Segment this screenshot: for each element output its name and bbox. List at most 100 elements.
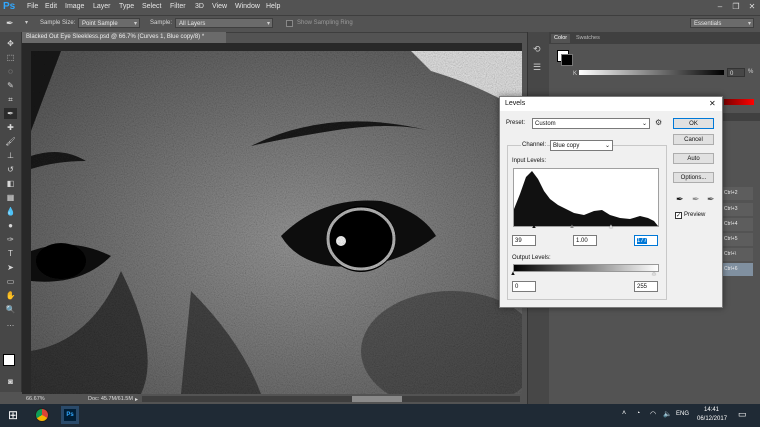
output-white-slider-icon[interactable]: ▲ bbox=[651, 271, 657, 277]
gray-point-eyedropper-icon[interactable]: ✒ bbox=[692, 194, 700, 205]
canvas-image[interactable] bbox=[31, 51, 522, 394]
eyedropper-tool-icon[interactable]: ✒ bbox=[4, 108, 17, 119]
menu-file[interactable]: File bbox=[27, 3, 38, 10]
tab-color[interactable]: Color bbox=[551, 34, 571, 43]
menu-view[interactable]: View bbox=[212, 3, 227, 10]
windows-start-icon[interactable]: ⊞ bbox=[8, 408, 18, 422]
healing-brush-icon[interactable]: ✚ bbox=[4, 122, 17, 133]
photoshop-taskbar-button[interactable]: Ps bbox=[61, 406, 79, 424]
horizontal-scrollbar[interactable] bbox=[142, 396, 520, 402]
menu-layer[interactable]: Layer bbox=[93, 3, 111, 10]
close-icon[interactable]: ✕ bbox=[746, 2, 758, 12]
gradient-tool-icon[interactable]: ▦ bbox=[4, 192, 17, 203]
menu-image[interactable]: Image bbox=[65, 3, 84, 10]
minimize-icon[interactable]: – bbox=[714, 2, 726, 12]
options-button[interactable]: Options... bbox=[673, 172, 714, 183]
properties-panel-icon[interactable]: ☰ bbox=[533, 62, 541, 73]
menu-filter[interactable]: Filter bbox=[170, 3, 186, 10]
auto-button[interactable]: Auto bbox=[673, 153, 714, 164]
more-tools-icon[interactable]: … bbox=[4, 318, 17, 329]
shape-tool-icon[interactable]: ▭ bbox=[4, 276, 17, 287]
move-tool-icon[interactable]: ✥ bbox=[4, 38, 17, 49]
foreground-color-swatch[interactable] bbox=[3, 354, 15, 366]
color-ramp[interactable] bbox=[724, 99, 754, 105]
type-tool-icon[interactable]: T bbox=[4, 248, 17, 259]
white-point-eyedropper-icon[interactable]: ✒ bbox=[707, 194, 715, 205]
output-white-field[interactable]: 255 bbox=[634, 281, 658, 292]
output-black-slider-icon[interactable]: ▲ bbox=[510, 271, 516, 277]
wifi-icon[interactable]: ◠ bbox=[650, 410, 656, 418]
preset-options-gear-icon[interactable]: ⚙ bbox=[655, 118, 662, 127]
k-value-field[interactable]: 0 bbox=[727, 68, 745, 77]
channel-row-4[interactable]: Ctrl+5 bbox=[721, 233, 753, 246]
history-panel-icon[interactable]: ⟲ bbox=[533, 44, 541, 55]
sample-select[interactable]: All Layers ▾ bbox=[175, 18, 273, 28]
eyedropper-tool-icon[interactable]: ✒ bbox=[6, 18, 14, 29]
network-icon[interactable]: ◔ bbox=[636, 410, 640, 417]
input-gamma-field[interactable]: 1.00 bbox=[573, 235, 597, 246]
preset-select[interactable]: Custom ⌄ bbox=[532, 118, 650, 129]
menu-window[interactable]: Window bbox=[235, 3, 260, 10]
ok-button[interactable]: OK bbox=[673, 118, 714, 129]
tray-expand-icon[interactable]: ˄ bbox=[622, 410, 626, 417]
black-point-eyedropper-icon[interactable]: ✒ bbox=[676, 194, 684, 205]
brush-tool-icon[interactable]: 🖌 bbox=[4, 136, 17, 147]
input-black-field[interactable]: 39 bbox=[512, 235, 536, 246]
hand-tool-icon[interactable]: ✋ bbox=[4, 290, 17, 301]
channel-row-blue[interactable]: Ctrl+4 bbox=[721, 218, 753, 231]
input-white-field[interactable]: 177 bbox=[634, 235, 658, 246]
quick-select-tool-icon[interactable]: ✎ bbox=[4, 80, 17, 91]
menu-3d[interactable]: 3D bbox=[195, 3, 204, 10]
workspace-select[interactable]: Essentials ▾ bbox=[690, 18, 754, 28]
channel-shortcut: Ctrl+4 bbox=[724, 221, 738, 227]
zoom-level[interactable]: 66.67% bbox=[26, 394, 45, 404]
sample-size-select[interactable]: Point Sample ▾ bbox=[78, 18, 140, 28]
preview-checkbox[interactable]: ✓ bbox=[675, 212, 682, 219]
input-black-slider-icon[interactable]: ▲ bbox=[531, 224, 537, 230]
channel-row-red[interactable]: Ctrl+2 bbox=[721, 187, 753, 200]
levels-title-bar[interactable]: Levels ✕ bbox=[500, 97, 722, 111]
dodge-tool-icon[interactable]: ● bbox=[4, 220, 17, 231]
chrome-icon[interactable] bbox=[35, 408, 49, 422]
lasso-tool-icon[interactable]: ◌ bbox=[4, 66, 17, 77]
channel-row-green[interactable]: Ctrl+3 bbox=[721, 203, 753, 216]
scrollbar-thumb[interactable] bbox=[352, 396, 402, 402]
volume-icon[interactable]: 🔈 bbox=[663, 410, 672, 418]
quick-mask-icon[interactable]: ◙ bbox=[4, 376, 17, 387]
eraser-tool-icon[interactable]: ◧ bbox=[4, 178, 17, 189]
cancel-button[interactable]: Cancel bbox=[673, 134, 714, 145]
document-tab[interactable]: Blacked Out Eye Sleekless.psd @ 66.7% (C… bbox=[22, 32, 226, 43]
channel-select[interactable]: Blue copy ⌄ bbox=[550, 140, 613, 151]
channel-shortcut: Ctrl+2 bbox=[724, 190, 738, 196]
color-panel-background[interactable] bbox=[561, 54, 573, 66]
notifications-icon[interactable]: ▭ bbox=[738, 409, 747, 420]
history-brush-icon[interactable]: ↺ bbox=[4, 164, 17, 175]
zoom-tool-icon[interactable]: 🔍 bbox=[4, 304, 17, 315]
restore-icon[interactable]: ❐ bbox=[730, 2, 742, 12]
pen-tool-icon[interactable]: ✑ bbox=[4, 234, 17, 245]
channel-row-blue-copy[interactable]: Ctrl+6 bbox=[721, 263, 753, 276]
doc-info[interactable]: Doc: 45.7M/61.5M bbox=[88, 394, 133, 404]
clock-date[interactable]: 06/12/2017 bbox=[697, 416, 727, 422]
channel-row-mask[interactable]: Ctrl+\ bbox=[721, 248, 753, 261]
path-select-icon[interactable]: ➤ bbox=[4, 262, 17, 273]
language-indicator[interactable]: ENG bbox=[676, 411, 689, 417]
menu-help[interactable]: Help bbox=[266, 3, 280, 10]
photoshop-logo: Ps bbox=[3, 1, 16, 12]
close-icon[interactable]: ✕ bbox=[709, 97, 716, 111]
input-white-slider-icon[interactable]: ▲ bbox=[608, 224, 614, 230]
blur-tool-icon[interactable]: 💧 bbox=[4, 206, 17, 217]
output-black-field[interactable]: 0 bbox=[512, 281, 536, 292]
tab-swatches[interactable]: Swatches bbox=[573, 34, 603, 43]
menu-type[interactable]: Type bbox=[119, 3, 134, 10]
clock-time[interactable]: 14:41 bbox=[704, 407, 719, 413]
sampling-ring-checkbox[interactable] bbox=[286, 20, 293, 27]
marquee-tool-icon[interactable]: ⬚ bbox=[4, 52, 17, 63]
clone-stamp-icon[interactable]: ⊥ bbox=[4, 150, 17, 161]
tool-preset-dropdown-icon[interactable]: ▾ bbox=[25, 19, 28, 26]
k-slider[interactable] bbox=[579, 70, 724, 75]
input-gamma-slider-icon[interactable]: ▲ bbox=[569, 224, 575, 230]
crop-tool-icon[interactable]: ⌗ bbox=[4, 94, 17, 105]
menu-select[interactable]: Select bbox=[142, 3, 161, 10]
menu-edit[interactable]: Edit bbox=[45, 3, 57, 10]
